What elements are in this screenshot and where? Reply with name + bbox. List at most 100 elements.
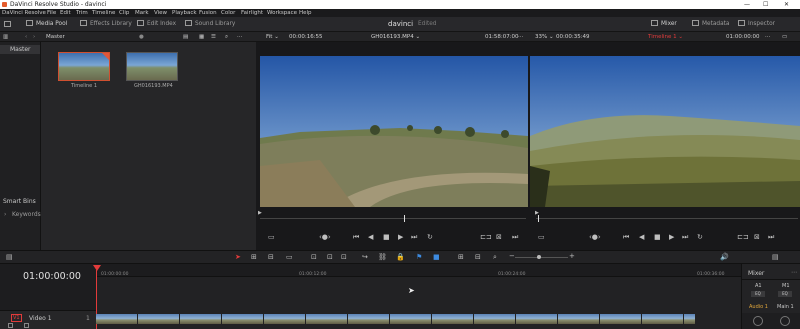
media-thumbnail-clip[interactable] <box>126 52 178 81</box>
timeline-view-options-icon[interactable]: ▤ <box>6 253 13 261</box>
track-lock-icon[interactable] <box>8 323 13 328</box>
full-extent-zoom-icon[interactable]: ⊞ <box>458 253 464 261</box>
forward-arrow-icon[interactable]: › <box>33 32 35 42</box>
metadata-button[interactable]: Metadata <box>692 19 729 30</box>
edit-index-button[interactable]: Edit Index <box>137 19 176 30</box>
menu-fusion[interactable]: Fusion <box>199 9 217 17</box>
trim-tool-icon[interactable]: ⊞ <box>251 253 257 261</box>
snapping-icon[interactable]: ↪ <box>362 253 368 261</box>
timeline-viewer[interactable]: ▶ ▭ ‹●› ⏮ ◀ ■ ▶ ⏭ ↻ ⊏⊐ ⊠ ⏭ <box>530 42 800 250</box>
stop-icon[interactable]: ■ <box>383 233 390 241</box>
replace-clip-icon[interactable]: ⊡ <box>341 253 347 261</box>
menu-trim[interactable]: Trim <box>76 9 88 17</box>
marker-icon[interactable]: ■ <box>433 253 440 261</box>
sound-library-button[interactable]: Sound Library <box>185 19 235 30</box>
program-loop-icon[interactable]: ↻ <box>697 233 703 241</box>
program-jog-icon[interactable]: ‹●› <box>589 233 601 241</box>
program-stop-icon[interactable]: ■ <box>654 233 661 241</box>
video-clip[interactable] <box>306 314 348 324</box>
program-scrubber[interactable] <box>536 218 798 219</box>
dynamic-trim-icon[interactable]: ⊟ <box>268 253 274 261</box>
menu-edit[interactable]: Edit <box>60 9 71 17</box>
loop-icon[interactable]: ↻ <box>427 233 433 241</box>
timeline-name-select[interactable]: Timeline 1 ⌄ <box>648 32 683 42</box>
video-clip[interactable] <box>96 314 138 324</box>
minimize-icon[interactable]: — <box>744 0 750 9</box>
menu-mark[interactable]: Mark <box>135 9 149 17</box>
back-arrow-icon[interactable]: ‹ <box>25 32 27 42</box>
menu-davinci[interactable]: DaVinci Resolve <box>2 9 46 17</box>
video-clip[interactable] <box>138 314 180 324</box>
bin-master[interactable]: Master <box>10 46 31 53</box>
program-playhead[interactable] <box>538 215 539 222</box>
timeline-track-area[interactable]: 01:00:00:00 01:00:12:00 01:00:24:00 01:0… <box>93 264 741 329</box>
playhead-marker-icon[interactable] <box>93 265 101 271</box>
program-go-to-end-icon[interactable]: ⏭ <box>682 233 688 242</box>
media-thumbnail-timeline[interactable] <box>58 52 110 81</box>
zoom-slider-handle[interactable] <box>537 255 541 259</box>
source-end-icon[interactable]: ⏭ <box>512 233 518 242</box>
source-play-head-icon[interactable]: ▶ <box>258 210 262 216</box>
search-icon[interactable]: ⌕ <box>225 32 228 42</box>
zoom-slider[interactable] <box>515 257 568 258</box>
track-auto-select-icon[interactable] <box>24 323 29 328</box>
program-end-icon[interactable]: ⏭ <box>768 233 774 242</box>
a1-pan-knob[interactable] <box>753 316 763 326</box>
menu-view[interactable]: View <box>154 9 167 17</box>
video-clip[interactable] <box>516 314 558 324</box>
video-clip[interactable] <box>684 314 696 324</box>
program-play-icon[interactable]: ▶ <box>669 233 674 241</box>
video-clip[interactable] <box>600 314 642 324</box>
video-clip[interactable] <box>222 314 264 324</box>
program-options-icon[interactable]: ⋯ <box>765 32 771 42</box>
zoom-out-icon[interactable]: − <box>509 252 515 260</box>
a1-eq-dynamics-button[interactable]: EQ <box>751 291 765 297</box>
thumbnail-view-icon[interactable]: ▦ <box>199 32 204 42</box>
go-to-end-icon[interactable]: ⏭ <box>411 233 417 242</box>
video-clip[interactable] <box>558 314 600 324</box>
video-clip[interactable] <box>390 314 432 324</box>
m1-eq-dynamics-button[interactable]: EQ <box>778 291 792 297</box>
zoom-in-icon[interactable]: + <box>569 252 575 260</box>
metadata-view-icon[interactable]: ▤ <box>183 32 188 42</box>
menu-clip[interactable]: Clip <box>119 9 129 17</box>
video-clip[interactable] <box>474 314 516 324</box>
audio-meter-icon[interactable]: ▤ <box>772 253 779 261</box>
source-clip-select[interactable]: GH016193.MP4 ⌄ <box>371 32 420 42</box>
m1-pan-knob[interactable] <box>780 316 790 326</box>
media-pool-button[interactable]: Media Pool <box>26 19 67 30</box>
video-clip[interactable] <box>348 314 390 324</box>
video-clip[interactable] <box>432 314 474 324</box>
bin-list-icon[interactable]: ▥ <box>3 32 8 42</box>
source-scrubber[interactable] <box>260 218 526 219</box>
go-to-start-icon[interactable]: ⏮ <box>353 233 359 242</box>
menu-workspace[interactable]: Workspace <box>267 9 297 17</box>
position-lock-icon[interactable]: 🔒 <box>396 253 405 261</box>
list-view-icon[interactable]: ☰ <box>211 32 216 42</box>
program-go-to-start-icon[interactable]: ⏮ <box>623 233 629 242</box>
custom-zoom-icon[interactable]: ⌕ <box>493 253 497 262</box>
zoom-select[interactable]: 33% ⌄ <box>535 32 554 42</box>
track-id-badge[interactable]: V1 <box>11 314 22 322</box>
source-view-options-icon[interactable]: ▭ <box>268 233 275 241</box>
blade-tool-icon[interactable]: ▭ <box>286 253 293 261</box>
mixer-options-icon[interactable]: ⋯ <box>791 269 797 276</box>
source-playhead[interactable] <box>404 215 405 222</box>
menu-fairlight[interactable]: Fairlight <box>241 9 263 17</box>
fit-zoom-select[interactable]: Fit ⌄ <box>266 32 279 42</box>
source-jog-icon[interactable]: ‹●› <box>319 233 331 241</box>
source-options-icon[interactable]: ⋯ <box>518 32 524 42</box>
mark-in-out-icon[interactable]: ⊏⊐ <box>480 233 492 241</box>
selection-tool-icon[interactable]: ➤ <box>235 253 241 261</box>
insert-clip-icon[interactable]: ⊡ <box>311 253 317 261</box>
program-play-reverse-icon[interactable]: ◀ <box>639 233 644 241</box>
video-clip[interactable] <box>180 314 222 324</box>
play-icon[interactable]: ▶ <box>398 233 403 241</box>
panel-toggle-icon[interactable] <box>4 21 11 27</box>
program-view-options-icon[interactable]: ▭ <box>538 233 545 241</box>
expand-chevron-icon[interactable]: › <box>4 211 6 218</box>
close-icon[interactable]: ✕ <box>784 0 789 9</box>
effects-library-button[interactable]: Effects Library <box>80 19 132 30</box>
detail-zoom-icon[interactable]: ⊟ <box>475 253 481 261</box>
menu-color[interactable]: Color <box>221 9 235 17</box>
